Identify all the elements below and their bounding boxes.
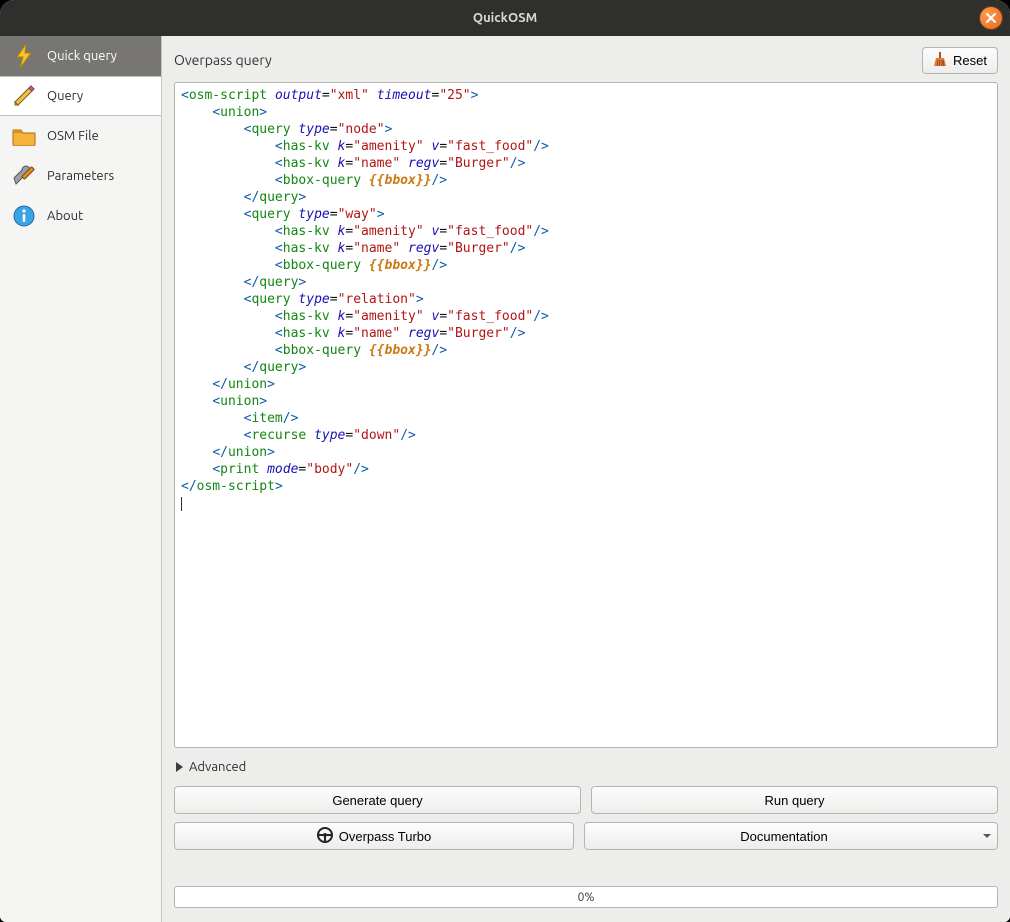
chevron-down-icon (983, 834, 991, 838)
turbo-label: Overpass Turbo (339, 829, 432, 844)
sidebar-item-query[interactable]: Query (0, 76, 161, 116)
close-icon (985, 12, 997, 24)
advanced-expander[interactable]: Advanced (174, 756, 998, 778)
reset-label: Reset (953, 53, 987, 68)
reset-button[interactable]: Reset (922, 47, 998, 74)
close-button[interactable] (980, 7, 1002, 29)
overpass-turbo-button[interactable]: Overpass Turbo (174, 822, 574, 850)
tools-icon (10, 162, 38, 190)
sidebar: Quick query Query OSM File (0, 36, 162, 922)
titlebar: QuickOSM (0, 0, 1010, 36)
run-query-button[interactable]: Run query (591, 786, 998, 814)
sidebar-item-about[interactable]: About (0, 196, 161, 236)
folder-icon (10, 122, 38, 150)
sidebar-item-quick-query[interactable]: Quick query (0, 36, 161, 76)
content-panel: Overpass query Reset <osm-script output=… (162, 36, 1010, 922)
sidebar-item-osm-file[interactable]: OSM File (0, 116, 161, 156)
app-window: QuickOSM Quick query Query (0, 0, 1010, 922)
run-label: Run query (765, 793, 825, 808)
sidebar-item-label: About (47, 209, 83, 223)
docs-label: Documentation (740, 829, 827, 844)
steering-wheel-icon (317, 827, 333, 846)
query-editor[interactable]: <osm-script output="xml" timeout="25"> <… (174, 82, 998, 748)
info-icon (10, 202, 38, 230)
sidebar-item-parameters[interactable]: Parameters (0, 156, 161, 196)
chevron-right-icon (176, 762, 183, 772)
advanced-label: Advanced (189, 760, 246, 774)
lightning-icon (10, 42, 38, 70)
generate-query-button[interactable]: Generate query (174, 786, 581, 814)
progress-text: 0% (578, 891, 595, 904)
sidebar-item-label: Quick query (47, 49, 117, 63)
documentation-button[interactable]: Documentation (584, 822, 998, 850)
generate-label: Generate query (332, 793, 422, 808)
pencil-icon (10, 82, 38, 110)
sidebar-item-label: Parameters (47, 169, 114, 183)
sidebar-item-label: Query (47, 89, 83, 103)
window-title: QuickOSM (473, 11, 537, 25)
broom-icon (933, 52, 947, 69)
section-title: Overpass query (174, 52, 272, 68)
progress-bar: 0% (174, 886, 998, 908)
sidebar-item-label: OSM File (47, 129, 99, 143)
